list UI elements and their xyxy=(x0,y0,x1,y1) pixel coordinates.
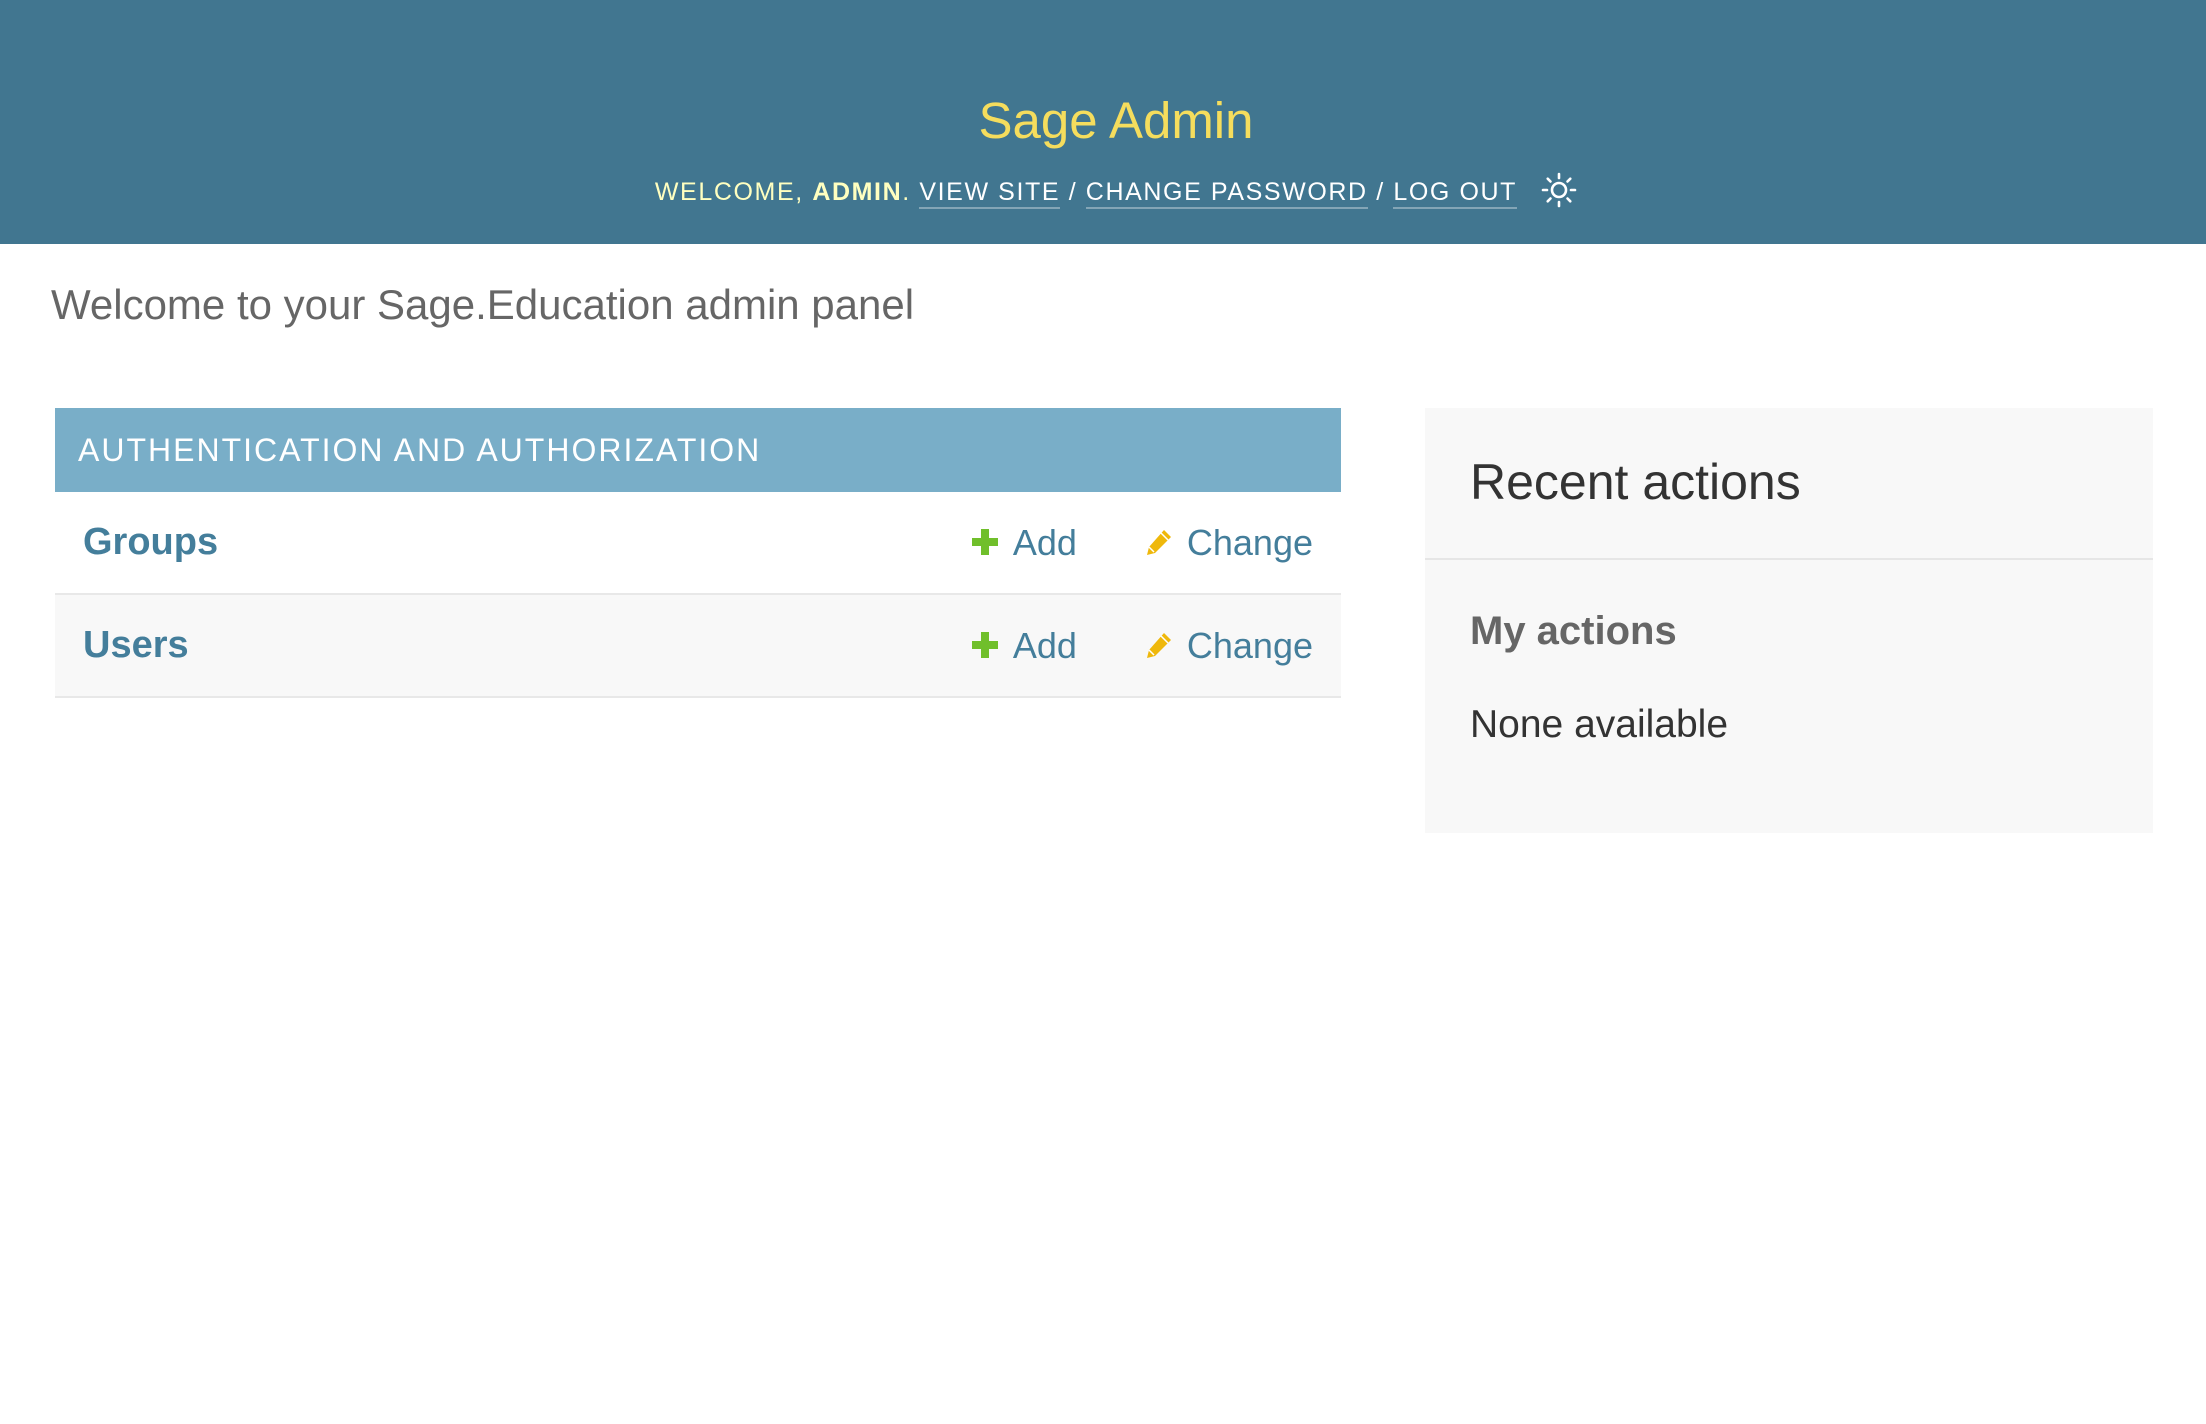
row-actions: Add Change xyxy=(913,492,1313,593)
user-tools: WELCOME, ADMIN. VIEW SITE / CHANGE PASSW… xyxy=(0,172,2206,212)
pencil-icon xyxy=(1143,598,1175,658)
add-label: Add xyxy=(1012,625,1077,666)
row-actions: Add Change xyxy=(913,595,1313,696)
separator: / xyxy=(1376,178,1385,206)
site-title[interactable]: Sage Admin xyxy=(978,92,1253,149)
change-groups-button[interactable]: Change xyxy=(1143,492,1313,593)
view-site-link[interactable]: VIEW SITE xyxy=(919,178,1061,209)
app-module-caption[interactable]: AUTHENTICATION AND AUTHORIZATION xyxy=(55,408,1341,492)
change-password-link[interactable]: CHANGE PASSWORD xyxy=(1085,178,1368,209)
add-label: Add xyxy=(1012,522,1077,563)
none-available-text: None available xyxy=(1470,703,1729,746)
welcome-prefix: WELCOME, xyxy=(654,178,813,206)
model-link-users[interactable]: Users xyxy=(83,595,189,696)
add-users-button[interactable]: Add xyxy=(969,595,1077,696)
add-groups-button[interactable]: Add xyxy=(969,492,1077,593)
model-link-groups[interactable]: Groups xyxy=(83,492,218,593)
my-actions-heading: My actions xyxy=(1470,609,1677,653)
change-users-button[interactable]: Change xyxy=(1143,595,1313,696)
change-label: Change xyxy=(1186,625,1313,666)
sun-icon[interactable] xyxy=(1541,172,1577,208)
plus-icon xyxy=(969,598,1001,658)
change-label: Change xyxy=(1186,522,1313,563)
site-branding[interactable]: Sage Admin xyxy=(0,88,2206,154)
page-welcome-heading: Welcome to your Sage.Education admin pan… xyxy=(51,281,915,328)
separator: / xyxy=(1068,178,1078,206)
welcome-suffix: . xyxy=(902,178,911,206)
plus-icon xyxy=(969,495,1001,555)
model-row-users: Users Add Change xyxy=(55,595,1341,698)
app-module-auth: AUTHENTICATION AND AUTHORIZATION Groups … xyxy=(55,408,1341,698)
model-row-groups: Groups Add Change xyxy=(55,492,1341,595)
username: ADMIN xyxy=(812,178,903,206)
pencil-icon xyxy=(1143,495,1175,555)
recent-actions-panel: Recent actions My actions None available xyxy=(1425,408,2153,833)
log-out-link[interactable]: LOG OUT xyxy=(1393,178,1517,209)
divider xyxy=(1425,558,2153,560)
header: Sage Admin WELCOME, ADMIN. VIEW SITE / C… xyxy=(0,0,2206,244)
recent-actions-title: Recent actions xyxy=(1470,454,1801,510)
